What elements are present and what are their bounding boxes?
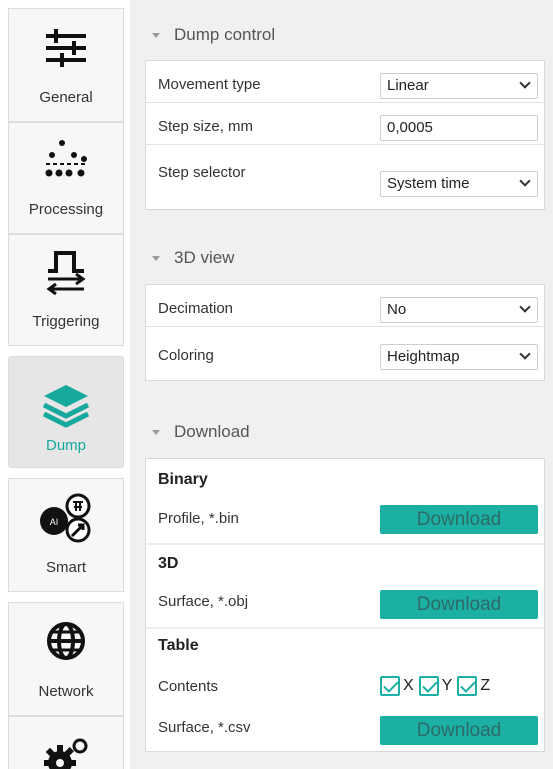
trigger-pulse-icon [46, 251, 86, 295]
section-title: 3D view [174, 248, 235, 267]
layers-icon [42, 385, 90, 428]
download-3d-button[interactable]: Download [380, 590, 538, 619]
coloring-value: Heightmap [387, 348, 460, 365]
table-label: Surface, *.csv [158, 719, 251, 736]
download-panel: Binary Profile, *.bin Download 3D Surfac… [145, 458, 545, 752]
checkbox-z-label: Z [480, 677, 491, 694]
checkbox-z[interactable] [457, 676, 478, 696]
sidebar: General Processing Triggering Dump AI Sm… [0, 0, 128, 769]
step-selector-label: Step selector [158, 164, 246, 181]
step-size-input[interactable]: 0,0005 [380, 115, 538, 141]
movement-type-value: Linear [387, 77, 429, 94]
section-3d-view[interactable]: 3D view [152, 243, 234, 273]
checkbox-y[interactable] [418, 676, 439, 696]
tab-triggering-label: Triggering [32, 313, 100, 330]
tab-general[interactable]: General [8, 8, 124, 122]
tab-network[interactable]: Network [8, 602, 124, 716]
download-table-button[interactable]: Download [380, 716, 538, 745]
chevron-down-icon [519, 77, 531, 89]
sliders-icon [46, 29, 86, 67]
step-size-row: Step size, mm 0,0005 [146, 109, 544, 145]
tab-processing[interactable]: Processing [8, 122, 124, 234]
coloring-row: Coloring Heightmap [146, 333, 544, 370]
points-icon [45, 140, 87, 177]
gears-icon [44, 738, 88, 769]
main-panel: Dump control Movement type Linear Step s… [130, 0, 553, 769]
collapse-triangle-icon [152, 32, 160, 38]
coloring-select[interactable]: Heightmap [380, 344, 538, 370]
chevron-down-icon [519, 175, 531, 187]
download-binary-button[interactable]: Download [380, 505, 538, 534]
section-dump-control[interactable]: Dump control [152, 20, 275, 50]
tab-smart-label: Smart [45, 559, 86, 576]
contents-label: Contents [158, 678, 219, 695]
smart-icon: AI [40, 493, 91, 543]
step-selector-select[interactable]: System time [380, 171, 538, 197]
section-title: Download [174, 422, 250, 441]
chevron-down-icon [519, 348, 531, 360]
dump-control-panel: Movement type Linear Step size, mm 0,000… [145, 60, 545, 210]
movement-type-label: Movement type [158, 76, 261, 93]
binary-heading: Binary [158, 471, 208, 488]
step-selector-value: System time [387, 175, 470, 192]
tab-dump-label: Dump [45, 437, 86, 454]
tab-network-label: Network [38, 683, 94, 700]
svg-text:AI: AI [50, 517, 59, 527]
divider [146, 627, 544, 629]
checkbox-x-label: X [403, 677, 414, 694]
checkbox-y-label: Y [441, 677, 453, 694]
tab-smart[interactable]: AI Smart [8, 478, 124, 592]
movement-type-select[interactable]: Linear [380, 73, 538, 99]
binary-label: Profile, *.bin [158, 510, 239, 527]
tab-triggering[interactable]: Triggering [8, 234, 124, 346]
tab-dump[interactable]: Dump [8, 356, 124, 468]
checkbox-x[interactable] [380, 676, 400, 696]
step-size-label: Step size, mm [158, 118, 254, 135]
decimation-select[interactable]: No [380, 297, 538, 323]
section-download[interactable]: Download [152, 417, 250, 447]
tab-processing-label: Processing [28, 201, 104, 218]
collapse-triangle-icon [152, 429, 160, 435]
globe-icon [47, 622, 85, 660]
decimation-value: No [387, 301, 407, 318]
decimation-label: Decimation [158, 300, 234, 317]
decimation-row: Decimation No [146, 291, 544, 327]
threed-label: Surface, *.obj [158, 593, 249, 610]
threed-heading: 3D [158, 555, 179, 572]
movement-type-row: Movement type Linear [146, 67, 544, 103]
divider [146, 543, 544, 545]
section-title: Dump control [174, 25, 276, 44]
coloring-label: Coloring [158, 347, 214, 364]
table-heading: Table [158, 637, 199, 654]
contents-checkboxes: X Y Z [380, 676, 495, 696]
step-selector-row: Step selector System time [146, 155, 544, 197]
chevron-down-icon [519, 301, 531, 313]
view3d-panel: Decimation No Coloring Heightmap [145, 284, 545, 381]
collapse-triangle-icon [152, 255, 160, 261]
tab-general-label: General [39, 89, 93, 106]
tab-settings[interactable] [8, 716, 124, 769]
